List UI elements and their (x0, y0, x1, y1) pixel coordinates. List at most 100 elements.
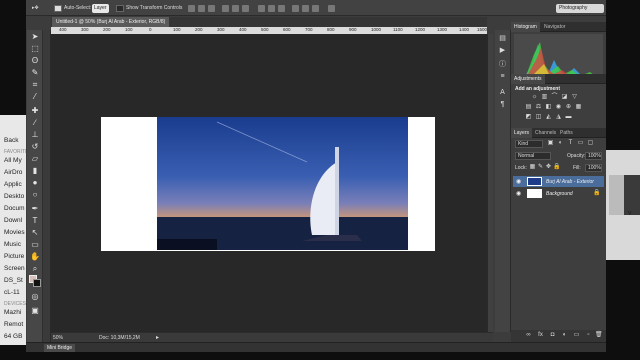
lasso-tool-icon[interactable]: ʘ (30, 56, 40, 66)
filter-type-icon[interactable]: T (567, 140, 574, 147)
finder-item[interactable]: Back (4, 137, 18, 144)
layer-style-icon[interactable]: fx (537, 332, 544, 339)
finder-item[interactable]: Applic (4, 181, 22, 188)
status-menu-arrow-icon[interactable]: ▸ (156, 334, 159, 341)
layer-filter-kind[interactable]: Kind (515, 140, 543, 148)
align-right-icon[interactable] (242, 5, 249, 12)
crop-tool-icon[interactable]: ⌗ (30, 80, 40, 90)
filter-pixel-icon[interactable]: ▣ (547, 140, 554, 147)
gradient-map-icon[interactable]: ▬ (565, 114, 572, 121)
lock-pixels-icon[interactable]: ✎ (537, 164, 544, 171)
auto-select-checkbox[interactable] (54, 5, 62, 12)
delete-layer-icon[interactable]: 🗑 (595, 332, 603, 339)
distribute-right-icon[interactable] (312, 5, 319, 12)
finder-item[interactable]: 64 GB (4, 333, 22, 340)
tab-channels[interactable]: Channels (532, 128, 559, 138)
blur-tool-icon[interactable]: ● (30, 178, 40, 188)
color-balance-icon[interactable]: ⚖ (535, 104, 542, 111)
filter-shape-icon[interactable]: ▭ (577, 140, 584, 147)
add-mask-icon[interactable]: ◘ (549, 332, 556, 339)
align-bottom-icon[interactable] (208, 5, 215, 12)
align-top-icon[interactable] (188, 5, 195, 12)
quick-mask-icon[interactable]: ◎ (30, 292, 40, 302)
layer-name[interactable]: Background (546, 191, 573, 197)
lock-all-icon[interactable]: 🔒 (553, 164, 560, 171)
distribute-center-icon[interactable] (302, 5, 309, 12)
distribute-middle-icon[interactable] (268, 5, 275, 12)
invert-icon[interactable]: ◩ (525, 114, 532, 121)
eyedropper-tool-icon[interactable]: ⁄ (30, 92, 40, 102)
path-select-tool-icon[interactable]: ↖ (30, 228, 40, 238)
link-layers-icon[interactable]: ∞ (525, 332, 532, 339)
vertical-scrollbar[interactable] (487, 34, 493, 332)
mini-bridge-tab[interactable]: Mini Bridge (44, 344, 76, 352)
visibility-eye-icon[interactable]: ◉ (516, 190, 521, 197)
finder-item[interactable]: AirDro (4, 169, 22, 176)
blend-mode-select[interactable]: Normal (515, 152, 551, 160)
brightness-contrast-icon[interactable]: ☼ (531, 94, 538, 101)
exposure-icon[interactable]: ◪ (561, 94, 568, 101)
opacity-input[interactable]: 100% (585, 152, 602, 160)
healing-brush-tool-icon[interactable]: ✚ (30, 106, 40, 116)
tab-adjustments[interactable]: Adjustments (511, 74, 545, 84)
distribute-left-icon[interactable] (292, 5, 299, 12)
dodge-tool-icon[interactable]: ○ (30, 190, 40, 200)
align-middle-icon[interactable] (198, 5, 205, 12)
layer-name[interactable]: Burj Al Arab - Exterior (546, 179, 594, 185)
zoom-tool-icon[interactable]: ⌕ (30, 264, 40, 274)
marquee-tool-icon[interactable]: ⬚ (30, 44, 40, 54)
lock-position-icon[interactable]: ✥ (545, 164, 552, 171)
background-color-swatch[interactable] (33, 279, 41, 287)
zoom-level[interactable]: 50% (53, 335, 63, 341)
auto-align-icon[interactable] (328, 5, 335, 12)
shape-tool-icon[interactable]: ▭ (30, 240, 40, 250)
color-lookup-icon[interactable]: ▦ (575, 104, 582, 111)
workspace-switcher[interactable]: Photography (556, 4, 604, 13)
tab-histogram[interactable]: Histogram (511, 22, 540, 32)
type-tool-icon[interactable]: T (30, 216, 40, 226)
layer-row-background[interactable]: ◉ Background 🔒 (513, 188, 604, 199)
new-adjustment-layer-icon[interactable]: ◐ (561, 332, 568, 339)
threshold-icon[interactable]: ◭ (545, 114, 552, 121)
finder-item[interactable]: Picture (4, 253, 24, 260)
selective-color-icon[interactable]: ◮ (555, 114, 562, 121)
auto-select-dropdown[interactable]: Layer (92, 4, 109, 13)
quick-select-tool-icon[interactable]: ✎ (30, 68, 40, 78)
new-layer-icon[interactable]: ▫ (585, 332, 592, 339)
paragraph-panel-icon[interactable]: ¶ (498, 100, 507, 109)
lock-transparency-icon[interactable]: ▦ (529, 164, 536, 171)
curves-icon[interactable]: ⌒ (551, 94, 558, 101)
collapsed-panel-strip[interactable] (43, 30, 51, 342)
hue-saturation-icon[interactable]: ▤ (525, 104, 532, 111)
finder-item[interactable]: Deskto (4, 193, 24, 200)
character-panel-icon[interactable]: A (498, 88, 507, 97)
file-thumbnail[interactable] (624, 175, 640, 215)
channel-mixer-icon[interactable]: ⊕ (565, 104, 572, 111)
black-white-icon[interactable]: ◧ (545, 104, 552, 111)
align-left-icon[interactable] (222, 5, 229, 12)
align-center-icon[interactable] (232, 5, 239, 12)
finder-item[interactable]: Downl (4, 217, 22, 224)
finder-item[interactable]: Movies (4, 229, 25, 236)
brush-tool-icon[interactable]: ∕ (30, 118, 40, 128)
gradient-tool-icon[interactable]: ▮ (30, 166, 40, 176)
move-tool-icon[interactable]: ▸✥ (32, 5, 39, 11)
posterize-icon[interactable]: ◫ (535, 114, 542, 121)
layer-row-burj[interactable]: ◉ Burj Al Arab - Exterior (513, 176, 604, 187)
filter-adjustment-icon[interactable]: ◐ (557, 140, 564, 147)
screen-mode-icon[interactable]: ▣ (30, 306, 40, 316)
vibrance-icon[interactable]: ▽ (571, 94, 578, 101)
tab-paths[interactable]: Paths (557, 128, 576, 138)
history-brush-tool-icon[interactable]: ↺ (30, 142, 40, 152)
eraser-tool-icon[interactable]: ▱ (30, 154, 40, 164)
history-panel-icon[interactable]: ▤ (498, 34, 507, 43)
info-panel-icon[interactable]: ⓘ (498, 60, 507, 69)
clone-stamp-tool-icon[interactable]: ⊥ (30, 130, 40, 140)
tab-layers[interactable]: Layers (511, 128, 533, 138)
new-group-icon[interactable]: ▭ (573, 332, 580, 339)
properties-panel-icon[interactable]: ≡ (498, 72, 507, 81)
finder-item[interactable]: All My (4, 157, 22, 164)
distribute-bottom-icon[interactable] (278, 5, 285, 12)
tab-navigator[interactable]: Navigator (541, 22, 568, 32)
hand-tool-icon[interactable]: ✋ (30, 252, 40, 262)
